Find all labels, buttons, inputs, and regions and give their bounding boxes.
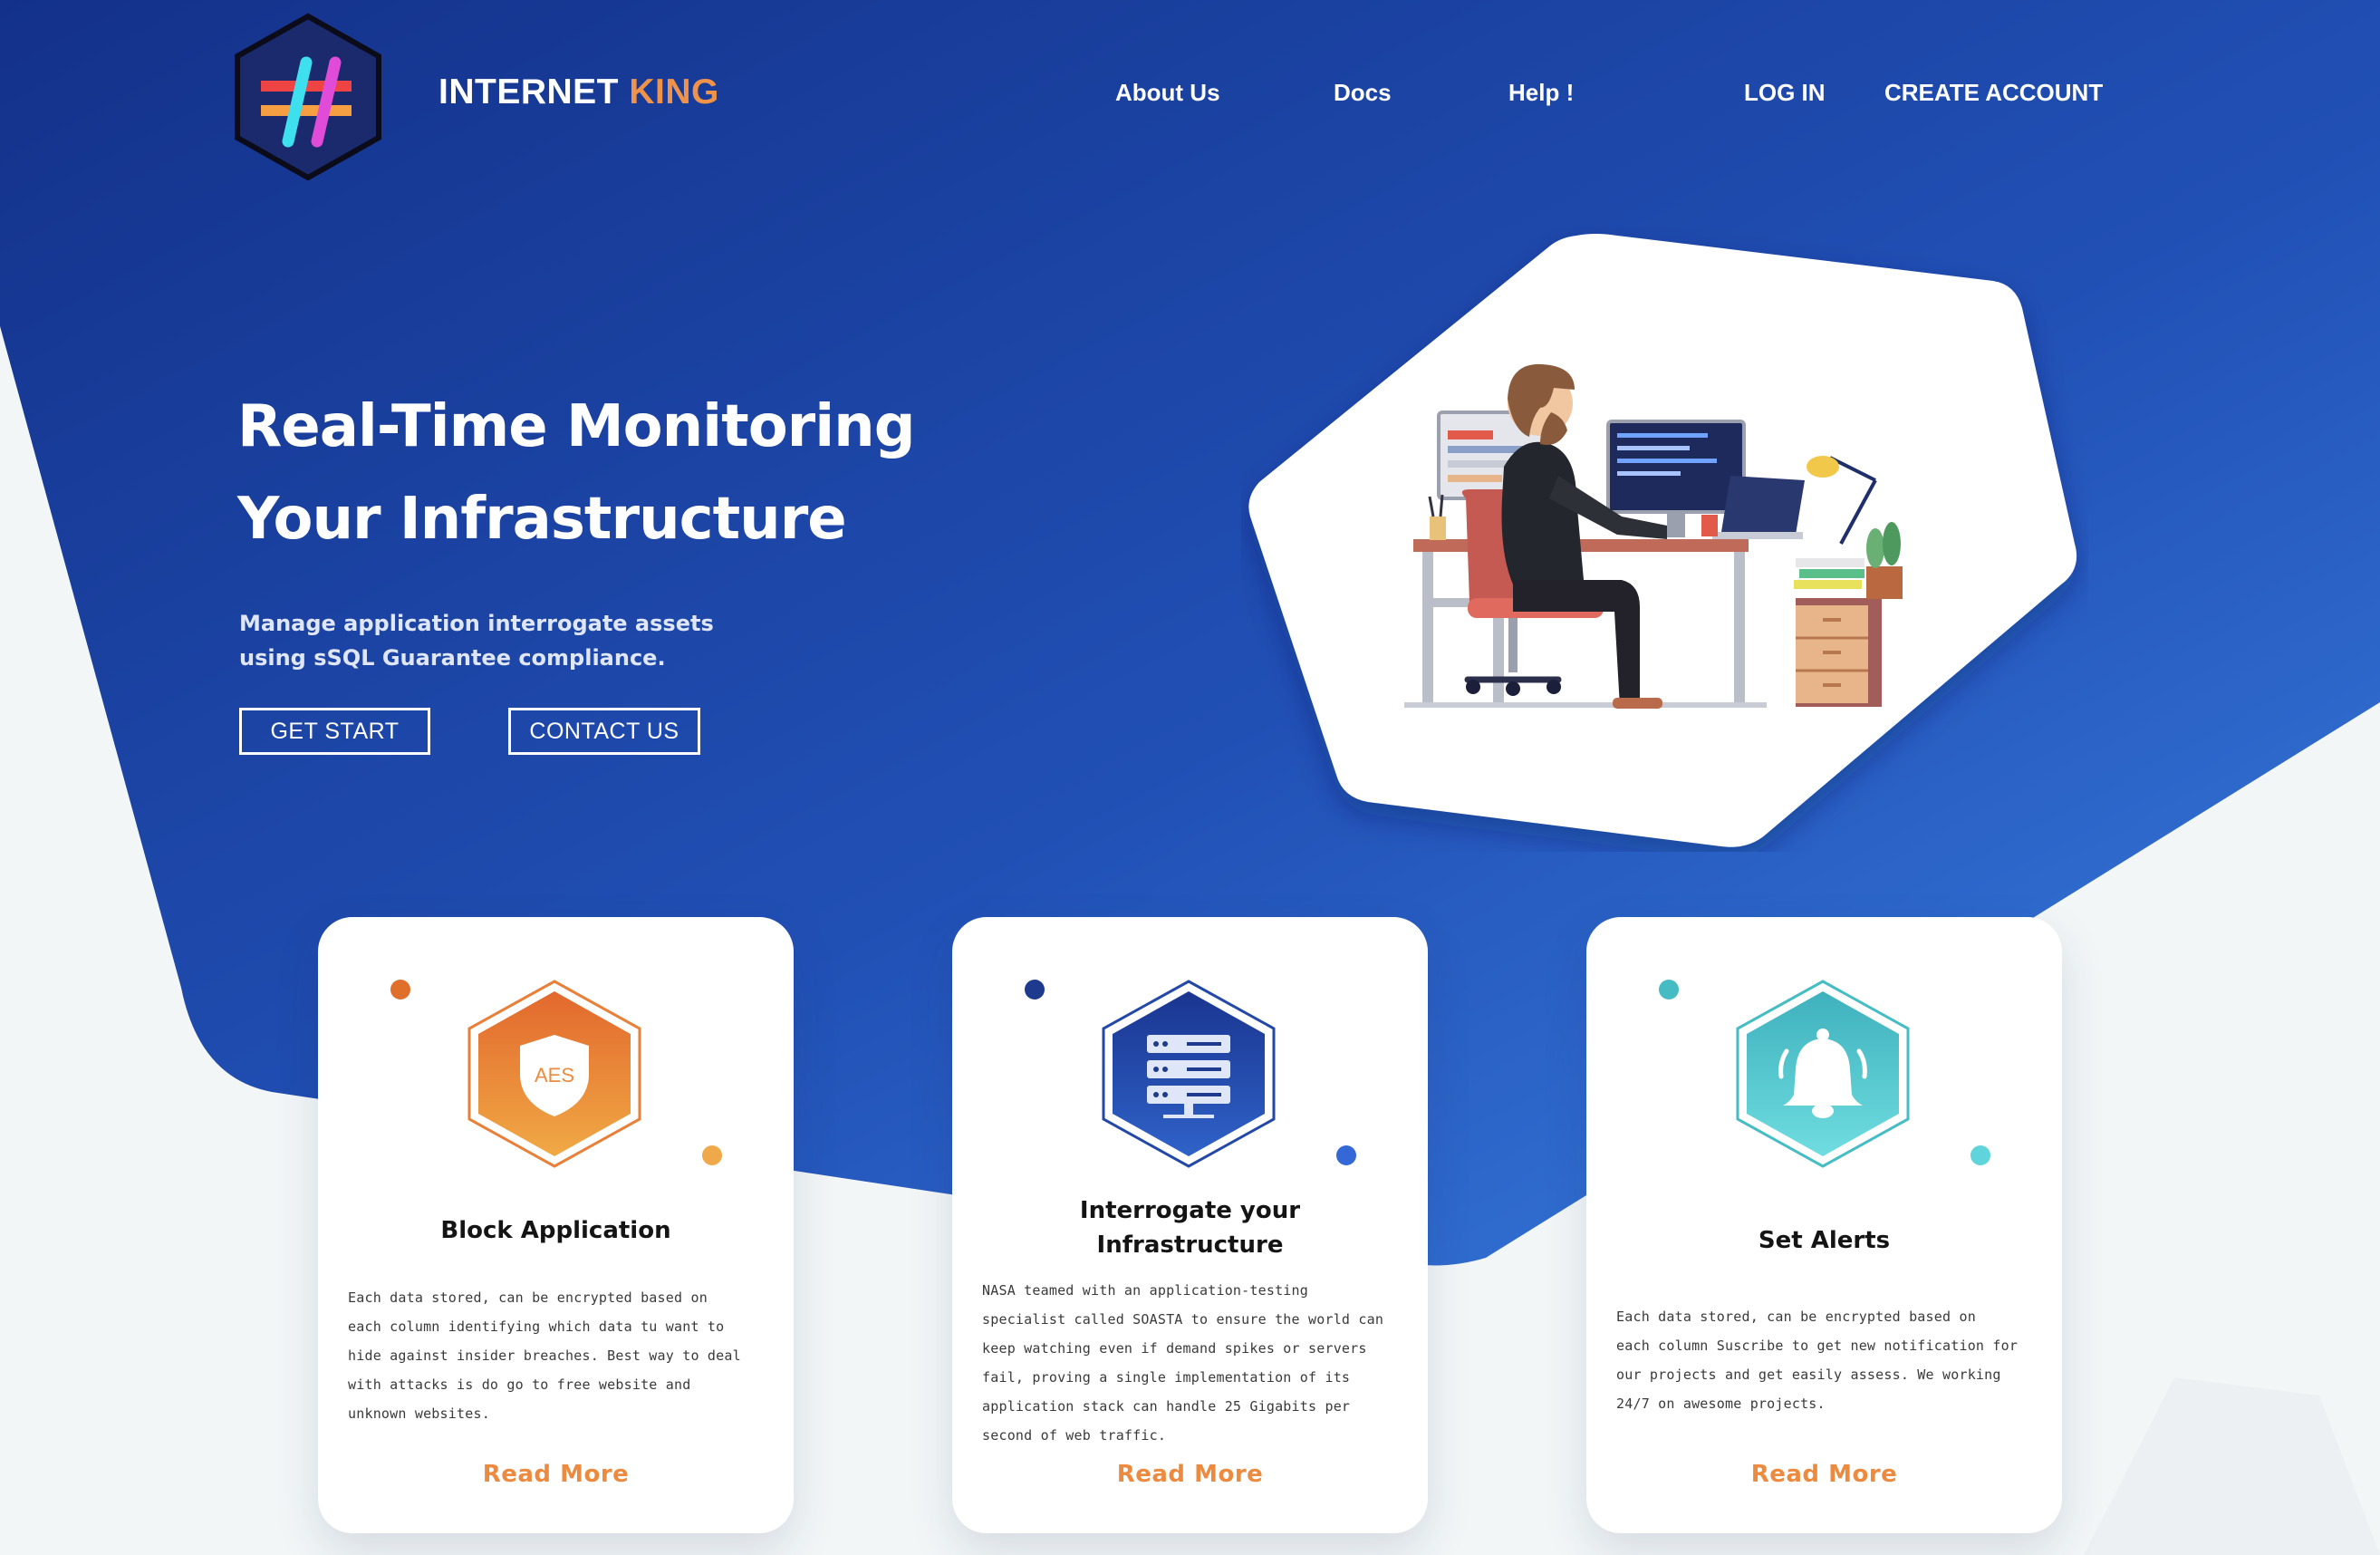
card-body-line: keep watching even if demand spikes or s… [982,1340,1367,1357]
brand-part2: KING [629,72,719,111]
card-body-line: with attacks is do go to free website an… [348,1376,691,1393]
developer-at-desk-illustration [1248,234,2077,847]
read-more-link[interactable]: Read More [1586,1461,2062,1488]
card-body-line: unknown websites. [348,1405,490,1422]
decor-dot [390,980,410,1000]
card-body-line: Each data stored, can be encrypted based… [348,1289,708,1306]
nav-help-link[interactable]: Help ! [1508,79,1574,107]
card-body-line: each column Suscribe to get new notifica… [1616,1338,2019,1354]
card-title-line: Block Application [440,1217,671,1244]
card-body-line: fail, proving a single implementation of… [982,1369,1351,1386]
server-stack-icon [1102,980,1276,1168]
feature-card-set-alerts: Set Alerts Each data stored, can be encr… [1586,917,2062,1533]
decor-dot [1336,1145,1356,1165]
login-link[interactable]: LOG IN [1744,79,1826,107]
card-body-line: application stack can handle 25 Gigabits… [982,1398,1351,1415]
get-start-button[interactable]: GET START [239,708,430,755]
hero-subtitle-line1: Manage application interrogate assets [239,611,714,636]
aes-shield-icon: AES [467,980,641,1168]
decor-dot [1659,980,1679,1000]
card-body-line: our projects and get easily assess. We w… [1616,1367,2001,1383]
hero-title: Real-Time Monitoring Your Infrastructure [237,381,1143,565]
card-body-line: NASA teamed with an application-testing [982,1282,1308,1299]
hero-subtitle-line2: using sSQL Guarantee compliance. [239,645,666,671]
decor-dot [1970,1145,1990,1165]
decor-dot [702,1145,722,1165]
hero-title-line2: Your Infrastructure [237,486,847,553]
feature-card-interrogate-infrastructure: Interrogate your Infrastructure NASA tea… [952,917,1428,1533]
card-title: Block Application [318,1213,794,1248]
read-more-link[interactable]: Read More [318,1461,794,1488]
card-body-line: second of web traffic. [982,1427,1167,1444]
feature-card-block-application: AES Block Application Each data stored, … [318,917,794,1533]
hero-title-line1: Real-Time Monitoring [237,393,916,460]
card-title-line: Infrastructure [1096,1231,1284,1259]
nav-docs-link[interactable]: Docs [1334,79,1392,107]
card-body-line: each column identifying which data tu wa… [348,1318,725,1335]
svg-text:AES: AES [535,1064,574,1087]
card-title-line: Interrogate your [1079,1197,1301,1224]
card-body-line: specialist called SOASTA to ensure the w… [982,1311,1384,1328]
brand-name[interactable]: INTERNET KING [438,72,719,112]
nav-about-link[interactable]: About Us [1115,79,1220,107]
card-title-line: Set Alerts [1758,1227,1891,1254]
card-body: Each data stored, can be encrypted based… [348,1283,774,1428]
read-more-link[interactable]: Read More [952,1461,1428,1488]
card-title: Set Alerts [1586,1223,2062,1258]
contact-us-button[interactable]: CONTACT US [508,708,700,755]
card-body-line: 24/7 on awesome projects. [1616,1396,1826,1412]
card-body: NASA teamed with an application-testing … [982,1276,1408,1450]
decor-dot [1025,980,1045,1000]
card-title: Interrogate your Infrastructure [952,1193,1428,1262]
brand-part1: INTERNET [438,72,630,111]
card-body-line: hide against insider breaches. Best way … [348,1347,741,1364]
card-body-line: Each data stored, can be encrypted based… [1616,1309,1976,1325]
hero-subtitle: Manage application interrogate assets us… [239,606,783,675]
hashtag-hexagon-logo[interactable] [234,13,383,180]
bell-icon [1736,980,1910,1168]
landing-page: INTERNET KING About Us Docs Help ! LOG I… [0,0,2380,1555]
card-body: Each data stored, can be encrypted based… [1616,1302,2042,1418]
create-account-link[interactable]: CREATE ACCOUNT [1884,79,2103,107]
